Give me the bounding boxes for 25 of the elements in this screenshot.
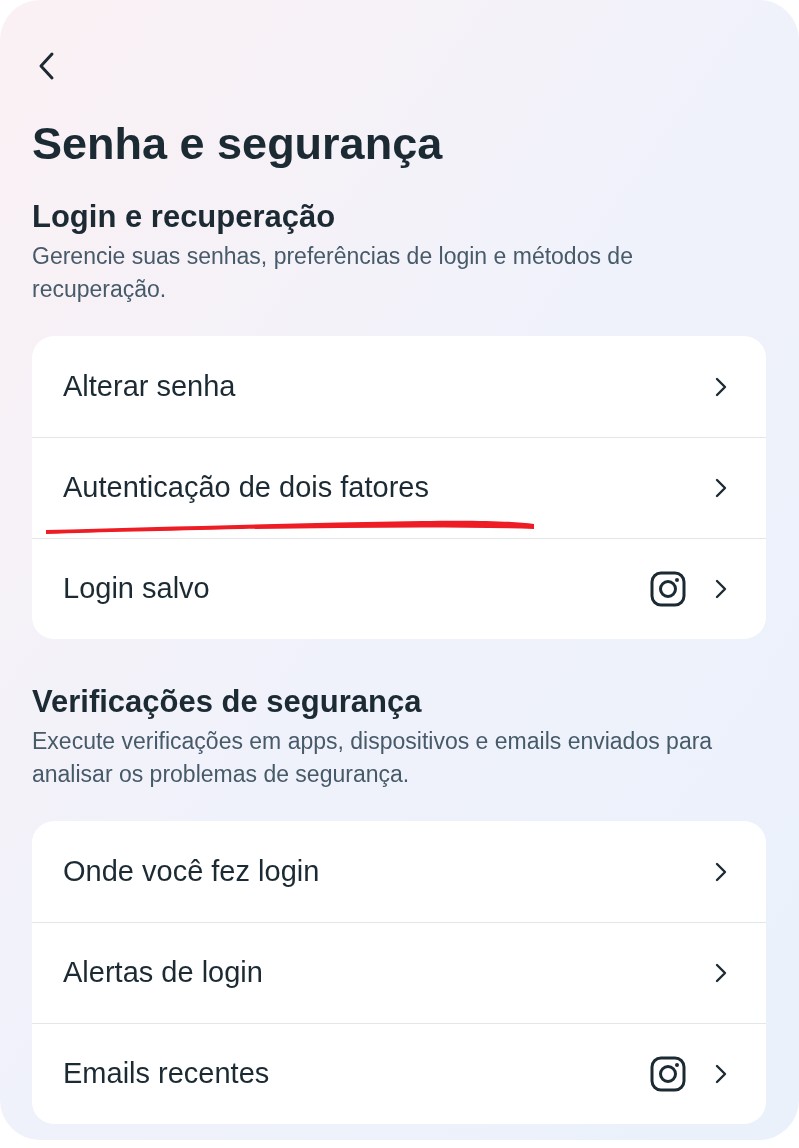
row-label: Login salvo (63, 571, 210, 607)
settings-row[interactable]: Autenticação de dois fatores (32, 437, 766, 538)
settings-row[interactable]: Emails recentes (32, 1023, 766, 1124)
chevron-right-icon (714, 477, 728, 499)
page-title: Senha e segurança (32, 117, 444, 171)
row-label: Autenticação de dois fatores (63, 470, 429, 506)
row-label: Onde você fez login (63, 853, 320, 889)
row-label: Alertas de login (63, 955, 263, 991)
row-label: Emails recentes (63, 1056, 270, 1092)
row-label: Alterar senha (63, 368, 236, 404)
chevron-right-icon (714, 860, 728, 883)
chevron-right-icon (714, 962, 728, 984)
chevron-right-icon (714, 1063, 728, 1085)
chevron-right-icon (714, 375, 728, 398)
section-description: Execute verificações em apps, dispositivos e emails enviados para analisar os problemas de segurança. (32, 727, 714, 789)
section-description: Gerencie suas senhas, preferências de login e métodos de recuperação. (32, 242, 634, 304)
settings-row[interactable]: Onde você fez login (32, 821, 766, 922)
section-heading: Login e recuperação (32, 198, 337, 236)
section-heading: Verificações de segurança (32, 683, 423, 721)
settings-row[interactable]: Alterar senha (32, 336, 766, 437)
camera-icon (650, 1056, 686, 1092)
settings-row[interactable]: Alertas de login (32, 922, 766, 1023)
chevron-right-icon (714, 578, 728, 600)
camera-icon (650, 571, 686, 607)
settings-row[interactable]: Login salvo (32, 538, 766, 639)
